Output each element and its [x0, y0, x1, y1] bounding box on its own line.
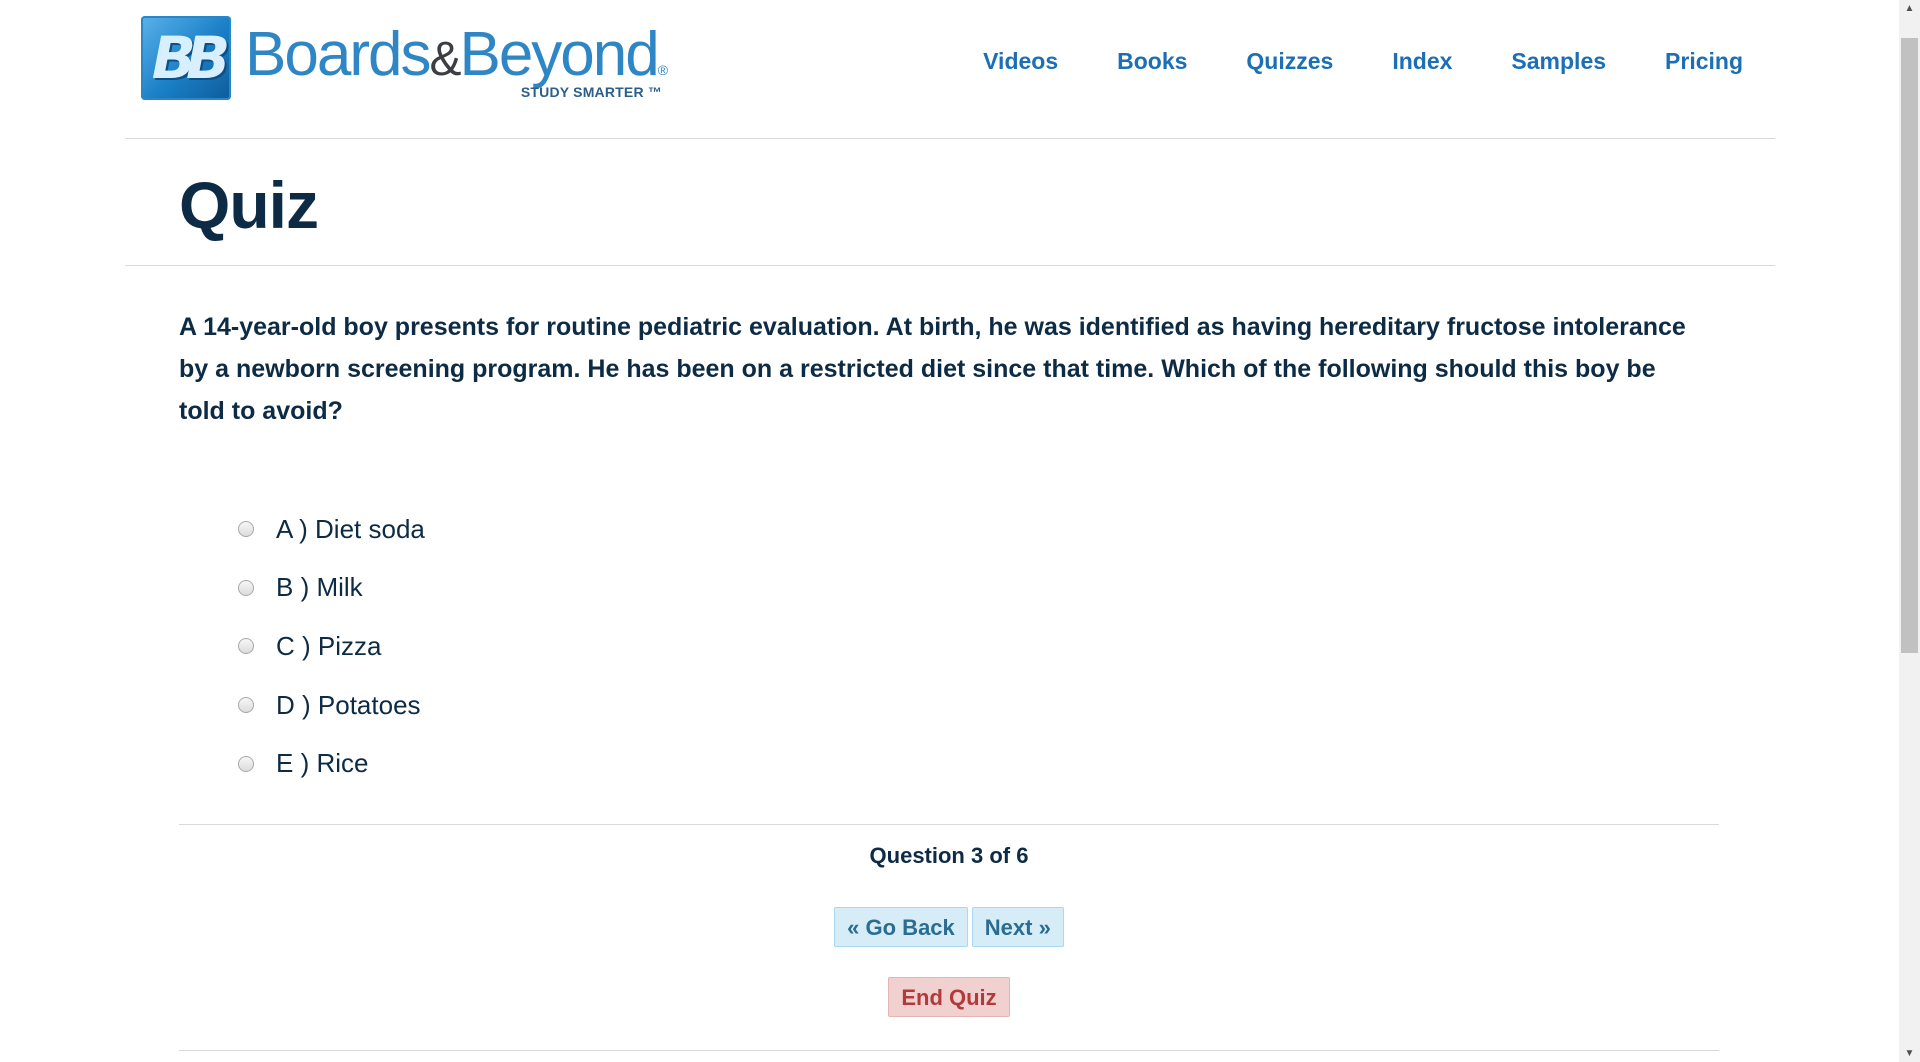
radio-button-d[interactable]	[238, 697, 254, 714]
main-nav: Videos Books Quizzes Index Samples Prici…	[924, 48, 1743, 75]
answer-option-b[interactable]: B ) Milk	[238, 559, 425, 618]
logo-word-boards: Boards	[245, 20, 431, 89]
logo-ampersand: &	[429, 33, 461, 86]
vertical-scrollbar[interactable]: ▲ ▼	[1899, 0, 1920, 1062]
answer-label-e: E ) Rice	[276, 748, 369, 779]
logo-tagline: STUDY SMARTER ™	[520, 84, 663, 100]
nav-index[interactable]: Index	[1392, 48, 1452, 75]
radio-button-c[interactable]	[238, 638, 254, 655]
answer-option-e[interactable]: E ) Rice	[238, 734, 425, 793]
logo-registered-mark: ®	[657, 62, 669, 78]
end-quiz-button[interactable]: End Quiz	[888, 977, 1010, 1017]
radio-button-b[interactable]	[238, 579, 254, 596]
answer-option-c[interactable]: C ) Pizza	[238, 617, 425, 676]
go-back-button[interactable]: « Go Back	[834, 907, 968, 947]
next-button[interactable]: Next »	[971, 907, 1064, 947]
divider-bottom	[179, 1050, 1719, 1051]
scroll-up-icon[interactable]: ▲	[1899, 0, 1920, 17]
nav-quizzes[interactable]: Quizzes	[1246, 48, 1333, 75]
answer-option-a[interactable]: A ) Diet soda	[238, 500, 425, 559]
brand-logo[interactable]: BB Boards&Beyond® STUDY SMARTER ™	[141, 16, 741, 106]
divider-top	[179, 824, 1719, 825]
logo-wordmark: Boards&Beyond® STUDY SMARTER ™	[245, 16, 668, 106]
answer-label-d: D ) Potatoes	[276, 689, 421, 720]
answer-options: A ) Diet soda B ) Milk C ) Pizza D ) Pot…	[238, 500, 425, 793]
logo-mark-icon: BB	[141, 16, 231, 100]
scrollbar-thumb[interactable]	[1901, 38, 1918, 653]
question-text: A 14-year-old boy presents for routine p…	[179, 313, 1686, 425]
page: BB Boards&Beyond® STUDY SMARTER ™ Videos…	[0, 0, 1920, 1062]
end-quiz-row: End Quiz	[179, 977, 1719, 1017]
question-counter: Question 3 of 6	[869, 843, 1029, 868]
logo-word-beyond: Beyond	[459, 20, 659, 89]
answer-label-b: B ) Milk	[276, 572, 363, 603]
answer-label-a: A ) Diet soda	[276, 513, 425, 544]
navigation-buttons: « Go Back Next »	[179, 907, 1719, 947]
nav-books[interactable]: Books	[1117, 48, 1187, 75]
nav-videos[interactable]: Videos	[983, 48, 1058, 75]
answer-option-d[interactable]: D ) Potatoes	[238, 676, 425, 735]
scroll-down-icon[interactable]: ▼	[1899, 1045, 1920, 1062]
radio-button-a[interactable]	[238, 521, 254, 538]
nav-samples[interactable]: Samples	[1511, 48, 1606, 75]
site-header: BB Boards&Beyond® STUDY SMARTER ™ Videos…	[125, 0, 1775, 139]
nav-pricing[interactable]: Pricing	[1665, 48, 1743, 75]
radio-button-e[interactable]	[238, 755, 254, 772]
answer-label-c: C ) Pizza	[276, 630, 382, 661]
page-title-section: Quiz	[125, 139, 1775, 266]
page-title: Quiz	[179, 168, 319, 242]
